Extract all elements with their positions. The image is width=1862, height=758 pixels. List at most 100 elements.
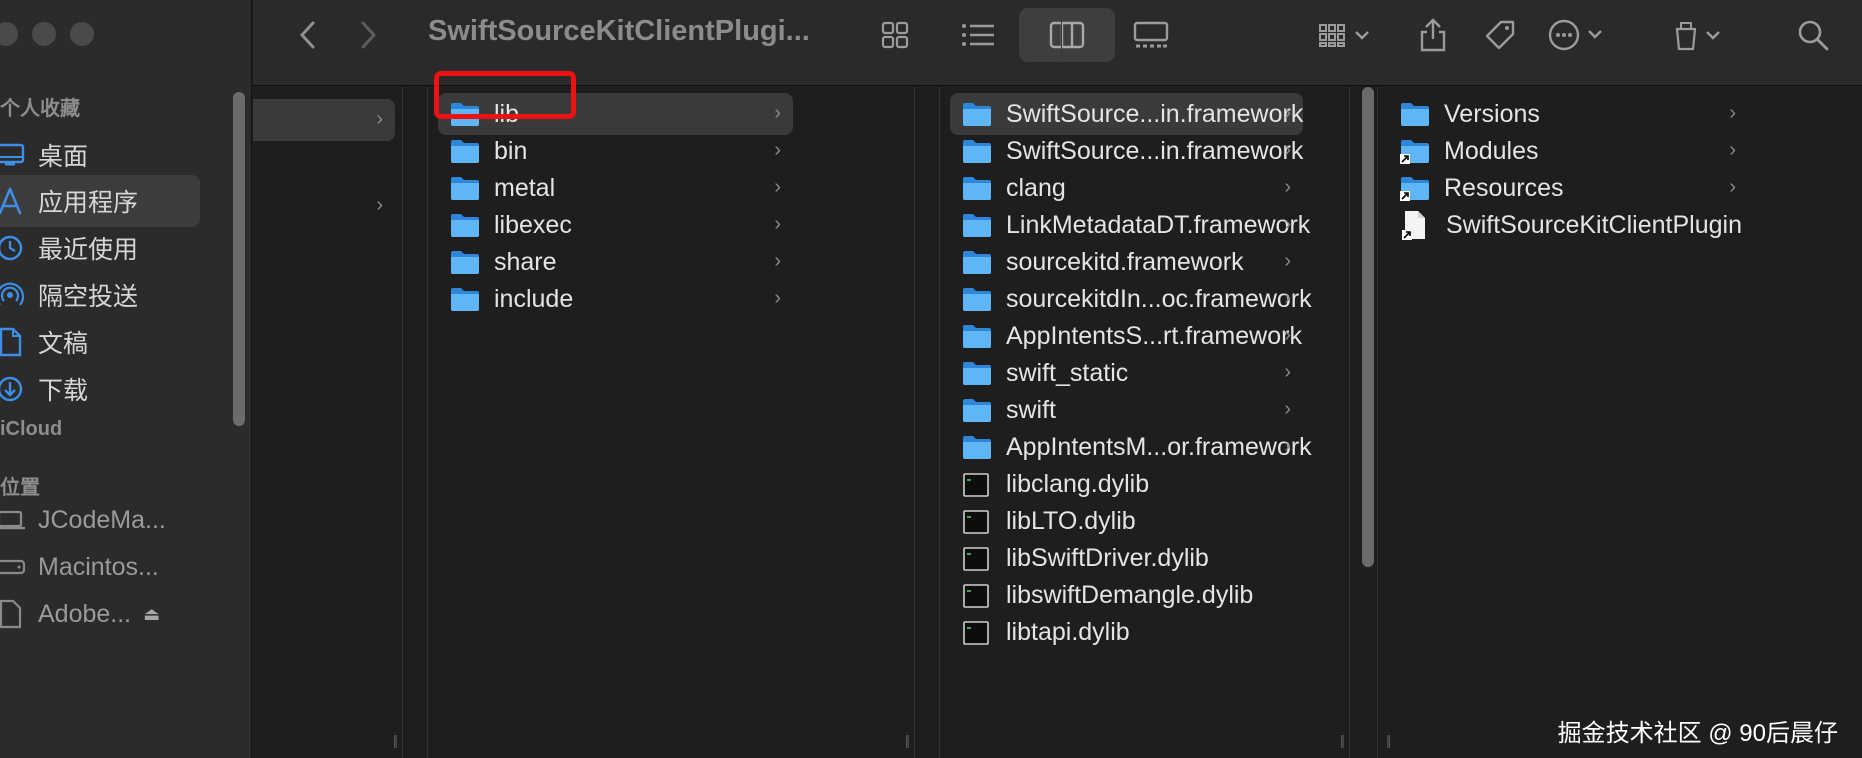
list-view-button[interactable] (953, 0, 1003, 70)
sidebar-item-documents[interactable]: 文稿 (0, 316, 200, 368)
folder-row[interactable]: metal › (438, 167, 793, 209)
folder-row[interactable]: sourcekitd.framework › (950, 241, 1303, 283)
download-icon (0, 371, 28, 407)
group-button[interactable] (1313, 0, 1377, 70)
column-1-selected-row[interactable]: › (253, 99, 395, 141)
sidebar-item-airdrop[interactable]: 隔空投送 (0, 269, 200, 321)
row-label: libLTO.dylib (1006, 506, 1136, 535)
folder-row[interactable]: swift_static › (950, 352, 1303, 394)
column-1: › › || (253, 87, 403, 758)
column-resize-handle[interactable]: || (393, 732, 398, 748)
toolbar: SwiftSourceKitClientPlugi... (253, 0, 1862, 86)
column-resize-handle[interactable]: || (905, 732, 910, 748)
eject-icon[interactable]: ⏏ (143, 604, 160, 625)
folder-row[interactable]: SwiftSource...in.framework › (950, 130, 1303, 172)
search-icon (1796, 18, 1830, 52)
row-label: Modules (1444, 136, 1539, 165)
favorites-section-title: 个人收藏 (0, 98, 80, 120)
tag-button[interactable] (1475, 0, 1525, 70)
sidebar-item-macintosh[interactable]: Macintos... (0, 541, 200, 593)
chevron-right-icon: › (1729, 102, 1736, 124)
share-button[interactable] (1408, 0, 1458, 70)
sidebar-scrollbar[interactable] (233, 92, 245, 426)
sidebar-item-label: 桌面 (38, 143, 89, 171)
window-controls (0, 22, 94, 46)
column-gap (1350, 87, 1378, 758)
row-label: SwiftSource...in.framework (1006, 136, 1304, 165)
folder-row[interactable]: clang › (950, 167, 1303, 209)
column-gap (403, 87, 428, 758)
folder-row[interactable]: bin › (438, 130, 793, 172)
forward-button[interactable] (343, 0, 393, 70)
folder-row[interactable]: lib › (438, 93, 793, 135)
chevron-right-icon: › (1284, 176, 1291, 198)
icon-view-button[interactable] (870, 0, 920, 70)
file-row[interactable]: libclang.dylib (950, 463, 1303, 505)
row-label: libexec (494, 210, 572, 239)
sidebar-item-downloads[interactable]: 下载 (0, 363, 200, 415)
column-resize-handle[interactable]: || (1386, 732, 1391, 748)
folder-row[interactable]: LinkMetadataDT.framework › (950, 204, 1310, 246)
file-row[interactable]: libLTO.dylib (950, 500, 1303, 542)
row-label: share (494, 247, 557, 276)
sidebar-item-adobe[interactable]: Adobe... ⏏ (0, 588, 200, 640)
row-label: libtapi.dylib (1006, 617, 1130, 646)
gallery-view-button[interactable] (1121, 0, 1181, 70)
desktop-icon (0, 137, 28, 173)
file-row[interactable]: libswiftDemangle.dylib (950, 574, 1303, 616)
icloud-section-title: iCloud (0, 418, 63, 440)
folder-row[interactable]: AppIntentsM...or.framework › (950, 426, 1312, 468)
row-label: Versions (1444, 99, 1540, 128)
folder-icon (450, 286, 480, 312)
row-label: bin (494, 136, 528, 165)
sidebar-item-label: 下载 (38, 377, 89, 405)
minimize-window-button[interactable] (32, 22, 56, 46)
row-label: swift_static (1006, 358, 1129, 387)
app-button[interactable] (1663, 0, 1733, 70)
folder-row[interactable]: AppIntentsS...rt.framework › (950, 315, 1303, 357)
folder-row[interactable]: share › (438, 241, 793, 283)
row-label: AppIntentsM...or.framework (1006, 432, 1312, 461)
row-label: SwiftSourceKitClientPlugin (1446, 210, 1742, 239)
folder-row[interactable]: Versions › (1388, 93, 1748, 135)
close-window-button[interactable] (0, 22, 18, 46)
folder-row[interactable]: SwiftSource...in.framework › (950, 93, 1303, 135)
action-button[interactable] (1537, 0, 1617, 70)
file-row[interactable]: SwiftSourceKitClientPlugin (1388, 204, 1748, 246)
list-icon (960, 21, 996, 49)
sidebar-item-recents[interactable]: 最近使用 (0, 222, 200, 274)
sidebar: 个人收藏 桌面 应用程序 最近使用 隔空投送 文稿 下载 iCloud 位置 J… (0, 0, 252, 758)
group-grid-icon (1318, 22, 1372, 48)
folder-icon (962, 175, 992, 201)
file-row[interactable]: libtapi.dylib (950, 611, 1303, 653)
column-1-row[interactable]: › (253, 185, 395, 227)
column-resize-handle[interactable]: || (1340, 732, 1345, 748)
chevron-right-icon: › (1284, 139, 1291, 161)
folder-row[interactable]: Resources › (1388, 167, 1748, 209)
chevron-right-icon: › (376, 194, 383, 216)
disk-icon (0, 549, 28, 585)
folder-row[interactable]: include › (438, 278, 793, 320)
row-label: sourcekitd.framework (1006, 247, 1244, 276)
folder-icon (962, 397, 992, 423)
sidebar-item-computer[interactable]: JCodeMa... (0, 494, 200, 546)
folder-row[interactable]: sourcekitdIn...oc.framework › (950, 278, 1312, 320)
sidebar-item-applications[interactable]: 应用程序 (0, 175, 200, 227)
window-title: SwiftSourceKitClientPlugi... (428, 15, 810, 47)
file-row[interactable]: libSwiftDriver.dylib (950, 537, 1303, 579)
row-label: LinkMetadataDT.framework (1006, 210, 1311, 239)
sidebar-item-label: 最近使用 (38, 236, 139, 264)
back-button[interactable] (283, 0, 333, 70)
chevron-right-icon: › (1284, 398, 1291, 420)
folder-icon (450, 212, 480, 238)
folder-icon (962, 323, 992, 349)
folder-row[interactable]: libexec › (438, 204, 793, 246)
sidebar-item-desktop[interactable]: 桌面 (0, 129, 200, 181)
column-view-button[interactable] (1019, 8, 1115, 62)
zoom-window-button[interactable] (70, 22, 94, 46)
chevron-right-icon: › (774, 213, 781, 235)
folder-icon (962, 434, 992, 460)
search-button[interactable] (1783, 0, 1843, 70)
folder-row[interactable]: swift › (950, 389, 1303, 431)
folder-row[interactable]: Modules › (1388, 130, 1748, 172)
